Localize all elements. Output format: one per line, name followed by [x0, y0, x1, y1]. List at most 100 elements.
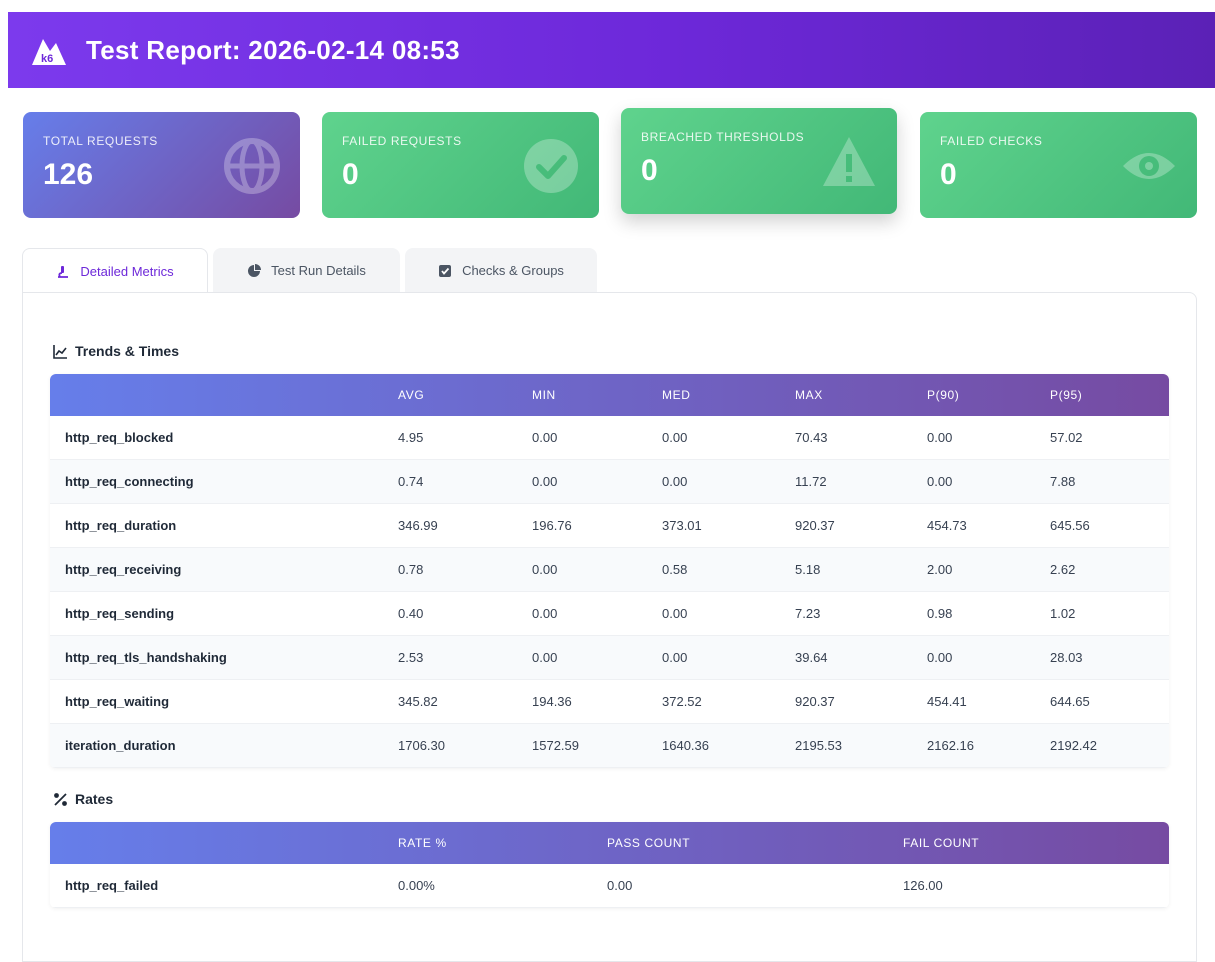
tab-label: Checks & Groups — [462, 263, 564, 278]
table-row: iteration_duration 1706.30 1572.59 1640.36 2… — [50, 724, 1169, 768]
metric-value: 0.78 — [398, 562, 424, 577]
metric-value: 0.00 — [532, 474, 558, 489]
table-row: http_req_receiving 0.78 0.00 0.58 5.18 2.00 2.… — [50, 548, 1169, 592]
metric-value: 920.37 — [795, 518, 835, 533]
check-circle-icon — [523, 138, 579, 194]
metric-name: iteration_duration — [65, 738, 176, 753]
metric-value: 7.88 — [1050, 474, 1076, 489]
table-row: http_req_connecting 0.74 0.00 0.00 11.72 0.00… — [50, 460, 1169, 504]
tab-label: Detailed Metrics — [80, 264, 174, 279]
section-title-text: Rates — [75, 791, 114, 807]
svg-text:k6: k6 — [41, 53, 53, 65]
metric-name: http_req_blocked — [65, 430, 174, 445]
column-header: MIN — [532, 388, 556, 402]
metric-value: 5.18 — [795, 562, 821, 577]
metric-value: 0.00 — [662, 474, 688, 489]
metric-value: 372.52 — [662, 694, 702, 709]
metric-value: 345.82 — [398, 694, 438, 709]
trends-section-title: Trends & Times — [53, 343, 179, 359]
metric-value: 196.76 — [532, 518, 572, 533]
metric-value: 7.23 — [795, 606, 821, 621]
table-row: http_req_failed 0.00% 0.00 126.00 — [50, 864, 1169, 908]
trends-table: AVG MIN MED MAX P(90) P(95) http_req_blo… — [50, 374, 1169, 768]
globe-icon — [224, 138, 280, 194]
failed-requests-card: FAILED REQUESTS 0 — [322, 112, 599, 218]
rates-section-title: Rates — [53, 791, 113, 807]
metric-value: 0.58 — [662, 562, 688, 577]
metric-value: 0.00 — [532, 430, 558, 445]
metric-value: 1.02 — [1050, 606, 1076, 621]
column-header: P(95) — [1050, 388, 1083, 402]
tab-label: Test Run Details — [271, 263, 366, 278]
metric-name: http_req_sending — [65, 606, 175, 621]
breached-thresholds-card: BREACHED THRESHOLDS 0 — [621, 108, 897, 214]
metric-value: 1640.36 — [662, 738, 709, 753]
line-chart-icon — [53, 344, 68, 359]
metric-value: 39.64 — [795, 650, 828, 665]
metric-value: 0.40 — [398, 606, 424, 621]
metric-value: 0.00 — [532, 650, 558, 665]
metric-value: 373.01 — [662, 518, 702, 533]
metric-value: 454.73 — [927, 518, 967, 533]
metric-name: http_req_failed — [65, 878, 159, 893]
table-header: AVG MIN MED MAX P(90) P(95) — [50, 374, 1169, 416]
percent-icon — [53, 792, 68, 807]
table-header: RATE % PASS COUNT FAIL COUNT — [50, 822, 1169, 864]
column-header: FAIL COUNT — [903, 836, 980, 850]
metric-value: 1572.59 — [532, 738, 579, 753]
metric-value: 2.53 — [398, 650, 424, 665]
metric-value: 57.02 — [1050, 430, 1083, 445]
metric-value: 2195.53 — [795, 738, 842, 753]
metric-value: 0.00 — [607, 878, 633, 893]
tab-detailed-metrics[interactable]: Detailed Metrics — [22, 248, 208, 294]
pie-chart-icon — [247, 263, 262, 278]
metric-value: 0.00 — [532, 562, 558, 577]
metric-value: 2.62 — [1050, 562, 1076, 577]
metric-value: 0.00 — [927, 430, 953, 445]
metric-name: http_req_duration — [65, 518, 177, 533]
metric-value: 126.00 — [903, 878, 943, 893]
metric-value: 2162.16 — [927, 738, 974, 753]
metric-value: 0.98 — [927, 606, 953, 621]
metric-value: 0.00 — [532, 606, 558, 621]
failed-checks-card: FAILED CHECKS 0 — [920, 112, 1197, 218]
table-row: http_req_sending 0.40 0.00 0.00 7.23 0.98 1.02 — [50, 592, 1169, 636]
table-row: http_req_tls_handshaking 2.53 0.00 0.00 39.6… — [50, 636, 1169, 680]
metric-value: 2192.42 — [1050, 738, 1097, 753]
metric-value: 1706.30 — [398, 738, 445, 753]
warning-icon — [821, 134, 877, 190]
metric-value: 70.43 — [795, 430, 828, 445]
metric-value: 454.41 — [927, 694, 967, 709]
metric-value: 645.56 — [1050, 518, 1090, 533]
rates-table: RATE % PASS COUNT FAIL COUNT http_req_fa… — [50, 822, 1169, 908]
metric-value: 0.00 — [927, 650, 953, 665]
metric-value: 920.37 — [795, 694, 835, 709]
metric-value: 2.00 — [927, 562, 953, 577]
report-title: Test Report: 2026-02-14 08:53 — [86, 34, 460, 65]
metric-value: 0.00 — [927, 474, 953, 489]
metric-value: 4.95 — [398, 430, 424, 445]
total-requests-card: TOTAL REQUESTS 126 — [23, 112, 300, 218]
table-row: http_req_blocked 4.95 0.00 0.00 70.43 0.00 57.… — [50, 416, 1169, 460]
metric-value: 11.72 — [795, 474, 827, 489]
column-header: RATE % — [398, 836, 447, 850]
metric-value: 0.00 — [662, 606, 688, 621]
microscope-icon — [56, 265, 70, 279]
metric-name: http_req_connecting — [65, 474, 194, 489]
table-row: http_req_waiting 345.82 194.36 372.52 920.37… — [50, 680, 1169, 724]
tab-test-run-details[interactable]: Test Run Details — [213, 248, 400, 293]
eye-icon — [1121, 138, 1177, 194]
metric-value: 346.99 — [398, 518, 438, 533]
table-row: http_req_duration 346.99 196.76 373.01 920.3… — [50, 504, 1169, 548]
column-header: P(90) — [927, 388, 960, 402]
metric-value: 0.00% — [398, 878, 435, 893]
k6-logo-icon: k6 — [30, 33, 68, 67]
column-header: PASS COUNT — [607, 836, 691, 850]
metric-value: 0.00 — [662, 430, 688, 445]
tab-bar: Detailed Metrics Test Run Details Checks… — [22, 248, 602, 294]
column-header: AVG — [398, 388, 425, 402]
metric-value: 0.00 — [662, 650, 688, 665]
metric-value: 0.74 — [398, 474, 424, 489]
metric-value: 194.36 — [532, 694, 572, 709]
tab-checks-groups[interactable]: Checks & Groups — [405, 248, 597, 293]
